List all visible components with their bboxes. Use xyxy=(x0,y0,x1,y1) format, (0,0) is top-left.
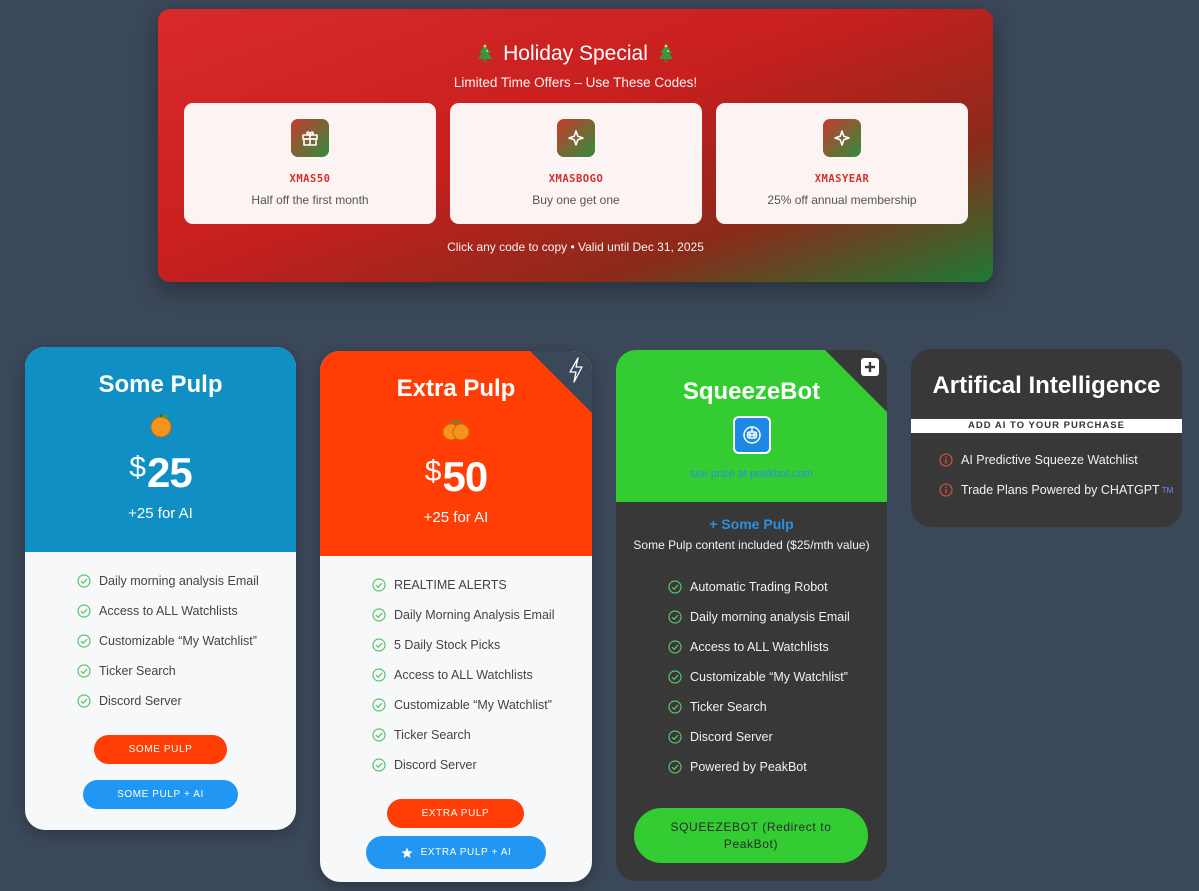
check-circle-icon xyxy=(668,670,682,684)
orange-icon xyxy=(150,414,171,438)
plus-some-pulp-title: + Some Pulp xyxy=(709,516,794,532)
some-pulp-ai-button[interactable]: SOME PULP + AI xyxy=(83,780,238,809)
list-item: Customizable “My Watchlist” xyxy=(25,626,296,656)
list-item: Access to ALL Watchlists xyxy=(25,596,296,626)
sparkle-icon xyxy=(823,119,861,157)
check-circle-icon xyxy=(372,608,386,622)
list-item: Discord Server xyxy=(25,686,296,716)
list-item: Automatic Trading Robot xyxy=(616,572,887,602)
promo-code: XMAS50 xyxy=(289,173,331,185)
promo-code-desc: Half off the first month xyxy=(251,193,369,207)
check-circle-icon xyxy=(668,610,682,624)
promo-code: XMASBOGO xyxy=(548,173,604,185)
gift-icon xyxy=(291,119,329,157)
extra-pulp-button[interactable]: EXTRA PULP xyxy=(387,799,524,828)
check-circle-icon xyxy=(77,634,91,648)
plan-price: $25 xyxy=(129,449,192,496)
list-item: Trade Plans Powered by CHATGPT TM xyxy=(939,475,1182,505)
check-circle-icon xyxy=(668,700,682,714)
plan-header: Some Pulp $25 +25 for AI xyxy=(25,347,296,552)
list-item: Access to ALL Watchlists xyxy=(616,632,887,662)
list-item: Powered by PeakBot xyxy=(616,752,887,782)
plan-header: SqueezeBot see price at peakbot.com xyxy=(616,350,887,502)
lightning-icon xyxy=(569,357,583,383)
ai-feature-list: AI Predictive Squeeze Watchlist Trade Pl… xyxy=(911,433,1182,505)
feature-list: Automatic Trading Robot Daily morning an… xyxy=(616,552,887,782)
check-circle-icon xyxy=(77,574,91,588)
trademark: TM xyxy=(1161,485,1174,495)
plan-title: Some Pulp xyxy=(98,371,223,398)
check-circle-icon xyxy=(668,760,682,774)
check-circle-icon xyxy=(372,728,386,742)
list-item: Ticker Search xyxy=(616,692,887,722)
list-item: Daily morning analysis Email xyxy=(616,602,887,632)
list-item: 5 Daily Stock Picks xyxy=(320,630,592,660)
plan-ai-extra: +25 for AI xyxy=(128,505,193,522)
some-pulp-button[interactable]: SOME PULP xyxy=(94,735,227,764)
promo-code-card[interactable]: XMASYEAR 25% off annual membership xyxy=(716,103,968,224)
plan-ai-extra: +25 for AI xyxy=(423,509,489,526)
plan-card-extra-pulp: Extra Pulp $50 +25 for AI REALTIME ALERT… xyxy=(320,351,592,882)
promo-code: XMASYEAR xyxy=(814,173,870,185)
promo-code-card[interactable]: XMAS50 Half off the first month xyxy=(184,103,436,224)
check-circle-icon xyxy=(77,604,91,618)
list-item: AI Predictive Squeeze Watchlist xyxy=(939,445,1182,475)
plus-square-icon xyxy=(861,358,879,376)
plus-some-pulp-subtitle: Some Pulp content included ($25/mth valu… xyxy=(633,538,870,552)
sparkle-icon xyxy=(557,119,595,157)
holiday-title-text: Holiday Special xyxy=(503,42,648,65)
plan-card-some-pulp: Some Pulp $25 +25 for AI Daily morning a… xyxy=(25,347,296,830)
info-circle-icon xyxy=(939,453,953,467)
ai-title: Artifical Intelligence xyxy=(932,372,1161,399)
feature-list: Daily morning analysis Email Access to A… xyxy=(25,552,296,716)
list-item: Customizable “My Watchlist” xyxy=(616,662,887,692)
plan-header: Extra Pulp $50 +25 for AI xyxy=(320,351,592,556)
holiday-subtitle: Limited Time Offers – Use These Codes! xyxy=(453,75,698,90)
check-circle-icon xyxy=(668,580,682,594)
list-item: Discord Server xyxy=(320,750,592,780)
list-item: Ticker Search xyxy=(320,720,592,750)
list-item: Access to ALL Watchlists xyxy=(320,660,592,690)
holiday-footer: Click any code to copy • Valid until Dec… xyxy=(447,240,704,254)
promo-code-desc: 25% off annual membership xyxy=(767,193,917,207)
check-circle-icon xyxy=(77,664,91,678)
christmas-tree-icon xyxy=(658,44,673,63)
check-circle-icon xyxy=(372,638,386,652)
oranges-icon xyxy=(442,420,470,441)
holiday-banner: Holiday Special Limited Time Offers – Us… xyxy=(158,9,993,282)
check-circle-icon xyxy=(372,578,386,592)
extra-pulp-ai-button[interactable]: EXTRA PULP + AI xyxy=(366,836,546,869)
squeezebot-button[interactable]: SQUEEZEBOT (Redirect to PeakBot) xyxy=(634,808,868,863)
info-circle-icon xyxy=(939,483,953,497)
promo-code-card[interactable]: XMASBOGO Buy one get one xyxy=(450,103,702,224)
check-circle-icon xyxy=(372,668,386,682)
star-icon xyxy=(401,847,413,858)
robot-icon xyxy=(732,416,771,454)
check-circle-icon xyxy=(372,758,386,772)
list-item: Daily morning analysis Email xyxy=(25,566,296,596)
christmas-tree-icon xyxy=(478,44,493,63)
list-item: REALTIME ALERTS xyxy=(320,570,592,600)
list-item: Customizable “My Watchlist” xyxy=(320,690,592,720)
check-circle-icon xyxy=(372,698,386,712)
check-circle-icon xyxy=(77,694,91,708)
check-circle-icon xyxy=(668,640,682,654)
plan-price: $50 xyxy=(424,453,488,500)
promo-codes: XMAS50 Half off the first month XMASBOGO… xyxy=(184,103,968,224)
holiday-title: Holiday Special xyxy=(158,42,993,66)
list-item: Discord Server xyxy=(616,722,887,752)
ai-addon-bar: ADD AI TO YOUR PURCHASE xyxy=(911,419,1182,433)
list-item: Ticker Search xyxy=(25,656,296,686)
promo-code-desc: Buy one get one xyxy=(532,193,620,207)
peakbot-price-link[interactable]: see price at peakbot.com xyxy=(616,468,887,480)
plan-card-squeezebot: SqueezeBot see price at peakbot.com + So… xyxy=(616,350,887,881)
list-item: Daily Morning Analysis Email xyxy=(320,600,592,630)
ai-addon-card: Artifical Intelligence ADD AI TO YOUR PU… xyxy=(911,349,1182,527)
check-circle-icon xyxy=(668,730,682,744)
feature-list: REALTIME ALERTS Daily Morning Analysis E… xyxy=(320,556,592,780)
